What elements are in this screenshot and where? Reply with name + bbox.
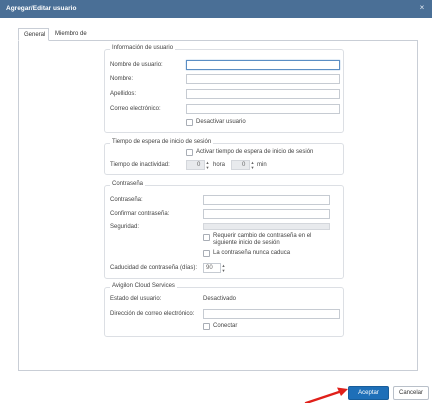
inactivity-label: Tiempo de inactividad: — [110, 162, 170, 168]
connect-label: Conectar — [213, 323, 238, 329]
confirm-password-input[interactable] — [203, 209, 330, 219]
last-name-input[interactable] — [186, 89, 340, 99]
password-strength-bar — [203, 223, 330, 230]
first-name-input[interactable] — [186, 74, 340, 84]
expiry-label: Caducidad de contraseña (días): — [110, 265, 198, 271]
hours-value: 0 — [197, 162, 201, 168]
email-label: Correo electrónico: — [110, 106, 161, 112]
spinner-arrows-icon[interactable]: ▲ ▼ — [250, 160, 255, 170]
deactivate-user-label: Desactivar usuario — [196, 119, 246, 125]
expiry-value: 90 — [206, 265, 213, 271]
security-label: Seguridad: — [110, 224, 140, 230]
activate-timeout-checkbox[interactable] — [186, 149, 193, 156]
last-name-label: Apellidos: — [110, 91, 137, 97]
red-arrow-icon — [304, 387, 348, 403]
never-expires-checkbox[interactable] — [203, 250, 210, 257]
require-change-label: Requerir cambio de contraseña en el sigu… — [213, 233, 312, 246]
password-input[interactable] — [203, 195, 330, 205]
username-input[interactable] — [186, 60, 340, 70]
minutes-value: 0 — [242, 162, 246, 168]
hours-label: hora — [213, 162, 226, 168]
user-status-value: Desactivado — [203, 296, 237, 302]
window-titlebar: Agregar/Editar usuario × — [0, 0, 432, 18]
cloud-services-legend: Avigilon Cloud Services — [110, 283, 177, 289]
email-input[interactable] — [186, 104, 340, 114]
username-label: Nombre de usuario: — [110, 62, 163, 68]
cloud-email-input[interactable] — [203, 309, 340, 319]
tab-general[interactable]: General — [18, 28, 49, 41]
user-status-label: Estado del usuario: — [110, 296, 162, 302]
hours-spinner[interactable]: 0 — [186, 160, 205, 170]
cancel-button[interactable]: Cancelar — [393, 386, 429, 400]
user-info-legend: Información de usuario — [110, 45, 176, 51]
spinner-arrows-icon[interactable]: ▲ ▼ — [205, 160, 210, 170]
never-expires-label: La contraseña nunca caduca — [213, 250, 291, 256]
minutes-label: min — [257, 162, 267, 168]
window-title: Agregar/Editar usuario — [6, 5, 77, 12]
confirm-password-label: Confirmar contraseña: — [110, 211, 170, 217]
session-timeout-group: Tiempo de espera de inicio de sesión — [104, 139, 344, 175]
password-legend: Contraseña — [110, 181, 146, 187]
connect-checkbox[interactable] — [203, 323, 210, 330]
session-timeout-legend: Tiempo de espera de inicio de sesión — [110, 139, 214, 145]
spinner-arrows-icon[interactable]: ▲ ▼ — [221, 263, 226, 273]
deactivate-user-checkbox[interactable] — [186, 119, 193, 126]
expiry-spinner[interactable]: 90 — [203, 263, 221, 273]
minutes-spinner[interactable]: 0 — [231, 160, 250, 170]
close-icon[interactable]: × — [417, 3, 427, 13]
cloud-email-label: Dirección de correo electrónico: — [110, 311, 195, 317]
password-label: Contraseña: — [110, 197, 143, 203]
require-change-checkbox[interactable] — [203, 234, 210, 241]
first-name-label: Nombre: — [110, 76, 134, 82]
accept-button[interactable]: Aceptar — [348, 386, 389, 400]
activate-timeout-label: Activar tiempo de espera de inicio de se… — [196, 149, 314, 155]
